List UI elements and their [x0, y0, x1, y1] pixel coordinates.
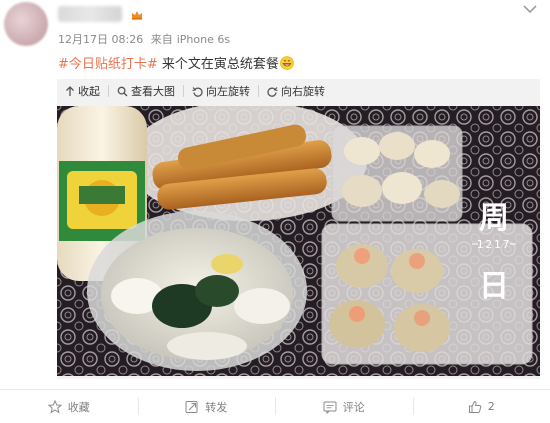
like-count: 2	[488, 400, 495, 413]
rotate-left-icon	[192, 86, 203, 97]
rotate-right-icon	[267, 86, 278, 97]
source-prefix: 来自	[151, 33, 173, 46]
rotate-right-label: 向右旋转	[281, 83, 325, 99]
star-icon	[48, 400, 62, 414]
rotate-right-button[interactable]: 向右旋转	[259, 83, 333, 99]
post-body: 来个文在寅总统套餐	[158, 57, 279, 72]
crown-icon[interactable]	[131, 10, 143, 20]
hashtag-link[interactable]: #今日贴纸打卡#	[58, 57, 158, 72]
view-large-label: 查看大图	[131, 83, 175, 99]
collapse-label: 收起	[78, 83, 100, 99]
rotate-left-button[interactable]: 向左旋转	[184, 83, 258, 99]
sticker-date: 1217	[477, 238, 512, 251]
post-text: #今日贴纸打卡# 来个文在寅总统套餐	[58, 53, 294, 72]
post-meta: 12月17日 08:26 来自 iPhone 6s	[58, 31, 234, 47]
user-name-blurred[interactable]	[58, 6, 122, 22]
grin-emoji-icon	[280, 56, 294, 70]
post-header: 12月17日 08:26 来自iPhone 6s #今日贴纸打卡# 来个文在寅总…	[0, 0, 550, 60]
sticker-char-bottom: 日	[479, 269, 509, 304]
source-device[interactable]: iPhone 6s	[177, 33, 230, 46]
repost-icon	[185, 400, 199, 414]
arrow-up-icon	[65, 86, 75, 97]
post-time[interactable]: 12月17日 08:26	[58, 33, 143, 46]
food-photo-image: 周 1217 日	[57, 106, 540, 376]
media-toolbar: 收起 查看大图 向左旋转 向右旋转	[57, 79, 540, 103]
comment-label: 评论	[343, 399, 365, 415]
repost-label: 转发	[205, 399, 227, 415]
thumb-up-icon	[468, 400, 482, 414]
post-photo[interactable]: 周 1217 日	[57, 106, 540, 376]
view-large-button[interactable]: 查看大图	[109, 83, 183, 99]
favorite-label: 收藏	[68, 399, 90, 415]
comment-button[interactable]: 评论	[275, 390, 413, 423]
chevron-down-icon[interactable]	[522, 4, 538, 14]
comment-icon	[323, 400, 337, 414]
rotate-left-label: 向左旋转	[206, 83, 250, 99]
sticker-char-top: 周	[479, 201, 509, 236]
favorite-button[interactable]: 收藏	[0, 390, 138, 423]
repost-button[interactable]: 转发	[138, 390, 276, 423]
action-bar: 收藏 转发 评论 2	[0, 389, 550, 423]
magnifier-icon	[117, 86, 128, 97]
media-box: 收起 查看大图 向左旋转 向右旋转	[57, 79, 540, 379]
like-button[interactable]: 2	[413, 390, 550, 423]
collapse-button[interactable]: 收起	[57, 83, 108, 99]
avatar[interactable]	[4, 2, 48, 46]
